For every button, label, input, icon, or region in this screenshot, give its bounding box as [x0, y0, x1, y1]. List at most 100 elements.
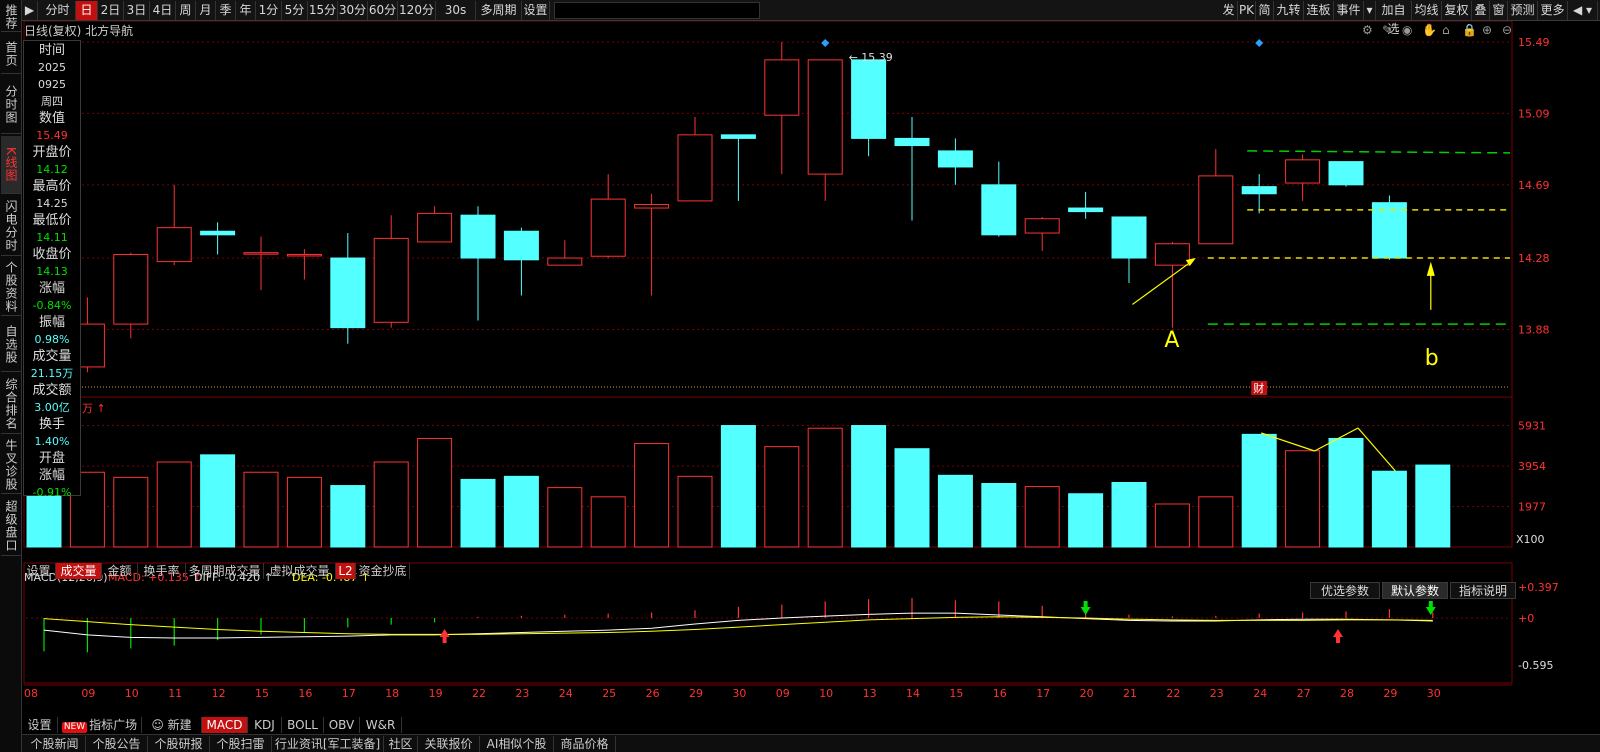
indicator-tab[interactable]: KDJ — [248, 717, 282, 733]
zoom-out-icon: ⊖ — [1502, 23, 1512, 37]
toolbar-period-button[interactable]: 30s — [436, 1, 476, 20]
price-axis-label: 15.49 — [1518, 36, 1550, 49]
macd-param-button[interactable]: 指标说明 — [1450, 582, 1516, 599]
news-tab[interactable]: AI相似个股 — [480, 736, 554, 752]
finance-marker: 财 — [1253, 381, 1264, 395]
info-amplitude: 0.98% — [34, 333, 70, 346]
candle-body — [1198, 175, 1234, 245]
toolbar-tool-button[interactable]: 均线 — [1412, 1, 1442, 20]
indicator-tab[interactable]: BOLL — [282, 717, 324, 733]
toolbar-period-button[interactable]: 多周期 — [476, 1, 522, 20]
left-nav-item[interactable]: 闪电分时 — [1, 196, 21, 256]
toolbar-tool-button[interactable]: 窗 — [1490, 1, 1508, 20]
indicator-tab[interactable]: ☺ 新建 — [142, 717, 202, 733]
toolbar-tool-button[interactable]: 事件 — [1334, 1, 1364, 20]
chevron-down-icon[interactable]: ▾ — [1364, 1, 1376, 20]
left-nav-item[interactable]: 综合排名 — [1, 374, 21, 434]
toolbar-tool-button[interactable]: PK — [1238, 1, 1256, 20]
indicator-tab[interactable]: MACD — [202, 717, 248, 733]
toolbar-tool-button[interactable]: 复权 — [1442, 1, 1472, 20]
indicator-tab[interactable]: OBV — [324, 717, 360, 733]
toolbar-tool-button[interactable]: 预测 — [1508, 1, 1538, 20]
volume-tab[interactable]: 虚拟成交量 — [264, 563, 336, 579]
toolbar-period-button[interactable]: 季 — [216, 1, 236, 20]
macd-param-button[interactable]: 默认参数 — [1382, 582, 1448, 599]
candle-body — [503, 230, 539, 261]
toolbar-period-button[interactable]: 30分 — [338, 1, 368, 20]
news-tab[interactable]: 个股研报 — [148, 736, 210, 752]
toolbar-period-button[interactable]: 1分 — [256, 1, 282, 20]
left-nav-item[interactable]: 超级盘口 — [1, 496, 21, 556]
toolbar-period-button[interactable]: 月 — [196, 1, 216, 20]
toolbar-period-button[interactable]: 设置 — [522, 1, 550, 20]
indicator-tab[interactable]: 设置 — [22, 717, 58, 733]
toolbar-period-button[interactable]: 60分 — [368, 1, 398, 20]
x-axis-date: 08 — [24, 687, 38, 700]
toolbar-period-button[interactable]: 周 — [176, 1, 196, 20]
left-nav-item[interactable]: 牛叉诊股 — [1, 436, 21, 494]
volume-tab[interactable]: L2 — [336, 563, 356, 579]
play-icon[interactable]: ▶ — [22, 1, 38, 20]
toolbar-tool-button[interactable]: 九转 — [1274, 1, 1304, 20]
back-icon[interactable]: ◀ ▾ — [1568, 1, 1598, 20]
price-axis-label: 14.69 — [1518, 179, 1550, 192]
left-nav-item[interactable]: K线图 — [1, 136, 21, 194]
volume-tab[interactable]: 资金抄底 — [356, 563, 410, 579]
macd-sell-arrow-icon — [1425, 607, 1436, 615]
toolbar-period-button[interactable]: 2日 — [98, 1, 124, 20]
toolbar-period-button[interactable]: 120分 — [398, 1, 436, 20]
x-axis-date: 12 — [212, 687, 226, 700]
arrow-b-head — [1426, 261, 1435, 276]
x-axis-date: 27 — [1297, 687, 1311, 700]
left-nav-item[interactable]: 分时图 — [1, 76, 21, 134]
volume-tab[interactable]: 多周期成交量 — [186, 563, 264, 579]
info-close: 14.13 — [36, 265, 68, 278]
toolbar-tool-button[interactable]: 发 — [1220, 1, 1238, 20]
toolbar-tool-button[interactable]: 连板 — [1304, 1, 1334, 20]
news-tab[interactable]: 关联报价 — [418, 736, 480, 752]
info-change: -0.84% — [32, 299, 72, 312]
volume-bar — [1068, 493, 1104, 548]
toolbar-period-button[interactable]: 分时 — [40, 1, 76, 20]
news-tab[interactable]: 商品价格 — [554, 736, 616, 752]
eye-icon: ◉ — [1402, 23, 1412, 37]
volume-bar — [547, 487, 583, 548]
support-line-green-upper — [1247, 150, 1511, 154]
candle-body — [156, 227, 192, 263]
left-nav-item[interactable]: 推荐 — [1, 2, 21, 32]
news-tab[interactable]: 个股公告 — [86, 736, 148, 752]
volume-tab[interactable]: 金额 — [102, 563, 138, 579]
volume-tab[interactable]: 设置 — [22, 563, 56, 579]
toolbar-tool-button[interactable]: 叠 — [1472, 1, 1490, 20]
volume-tab[interactable]: 成交量 — [56, 563, 102, 579]
x-axis-date: 30 — [1427, 687, 1441, 700]
toolbar-period-button[interactable]: 3日 — [124, 1, 150, 20]
toolbar-period-button[interactable]: 年 — [236, 1, 256, 20]
volume-axis-label: 1977 — [1518, 501, 1546, 514]
macd-param-button[interactable]: 优选参数 — [1310, 582, 1380, 599]
toolbar-period-button[interactable]: 5分 — [282, 1, 308, 20]
volume-bar — [894, 448, 930, 548]
toolbar-tool-button[interactable]: 加自选 — [1376, 1, 1412, 36]
x-axis-date: 17 — [1036, 687, 1050, 700]
toolbar-period-button[interactable]: 4日 — [150, 1, 176, 20]
toolbar-period-button[interactable]: 15分 — [308, 1, 338, 20]
info-value-label: 数值 — [38, 111, 65, 126]
indicator-tab[interactable]: NEW 指标广场 — [58, 717, 142, 733]
toolbar-tool-button[interactable]: 简 — [1256, 1, 1274, 20]
volume-tab[interactable]: 换手率 — [138, 563, 186, 579]
toolbar-period-button[interactable]: 日 — [76, 1, 98, 20]
indicator-tab[interactable]: W&R — [360, 717, 402, 733]
news-tab[interactable]: 个股扫雷 — [210, 736, 272, 752]
news-tab[interactable]: 社区 — [384, 736, 418, 752]
news-tab[interactable]: 行业资讯[军工装备] — [272, 736, 384, 752]
news-bar: 个股新闻 个股公告 个股研报 个股扫雷 行业资讯[军工装备] 社区 关联报价 AI相似个股 商品… — [22, 734, 1600, 752]
kline-chart[interactable]: 15.4915.0914.6914.2813.88← 15.39← 13.58A… — [22, 21, 1600, 717]
macd-axis-top: +0.397 — [1518, 581, 1559, 594]
news-tab[interactable]: 个股新闻 — [24, 736, 86, 752]
macd-buy-arrow-stem — [442, 637, 447, 643]
left-nav-item[interactable]: 首页 — [1, 34, 21, 74]
left-nav-item[interactable]: 自选股 — [1, 318, 21, 372]
toolbar-tool-button[interactable]: 更多 — [1538, 1, 1568, 20]
left-nav-item[interactable]: 个股资料 — [1, 258, 21, 316]
